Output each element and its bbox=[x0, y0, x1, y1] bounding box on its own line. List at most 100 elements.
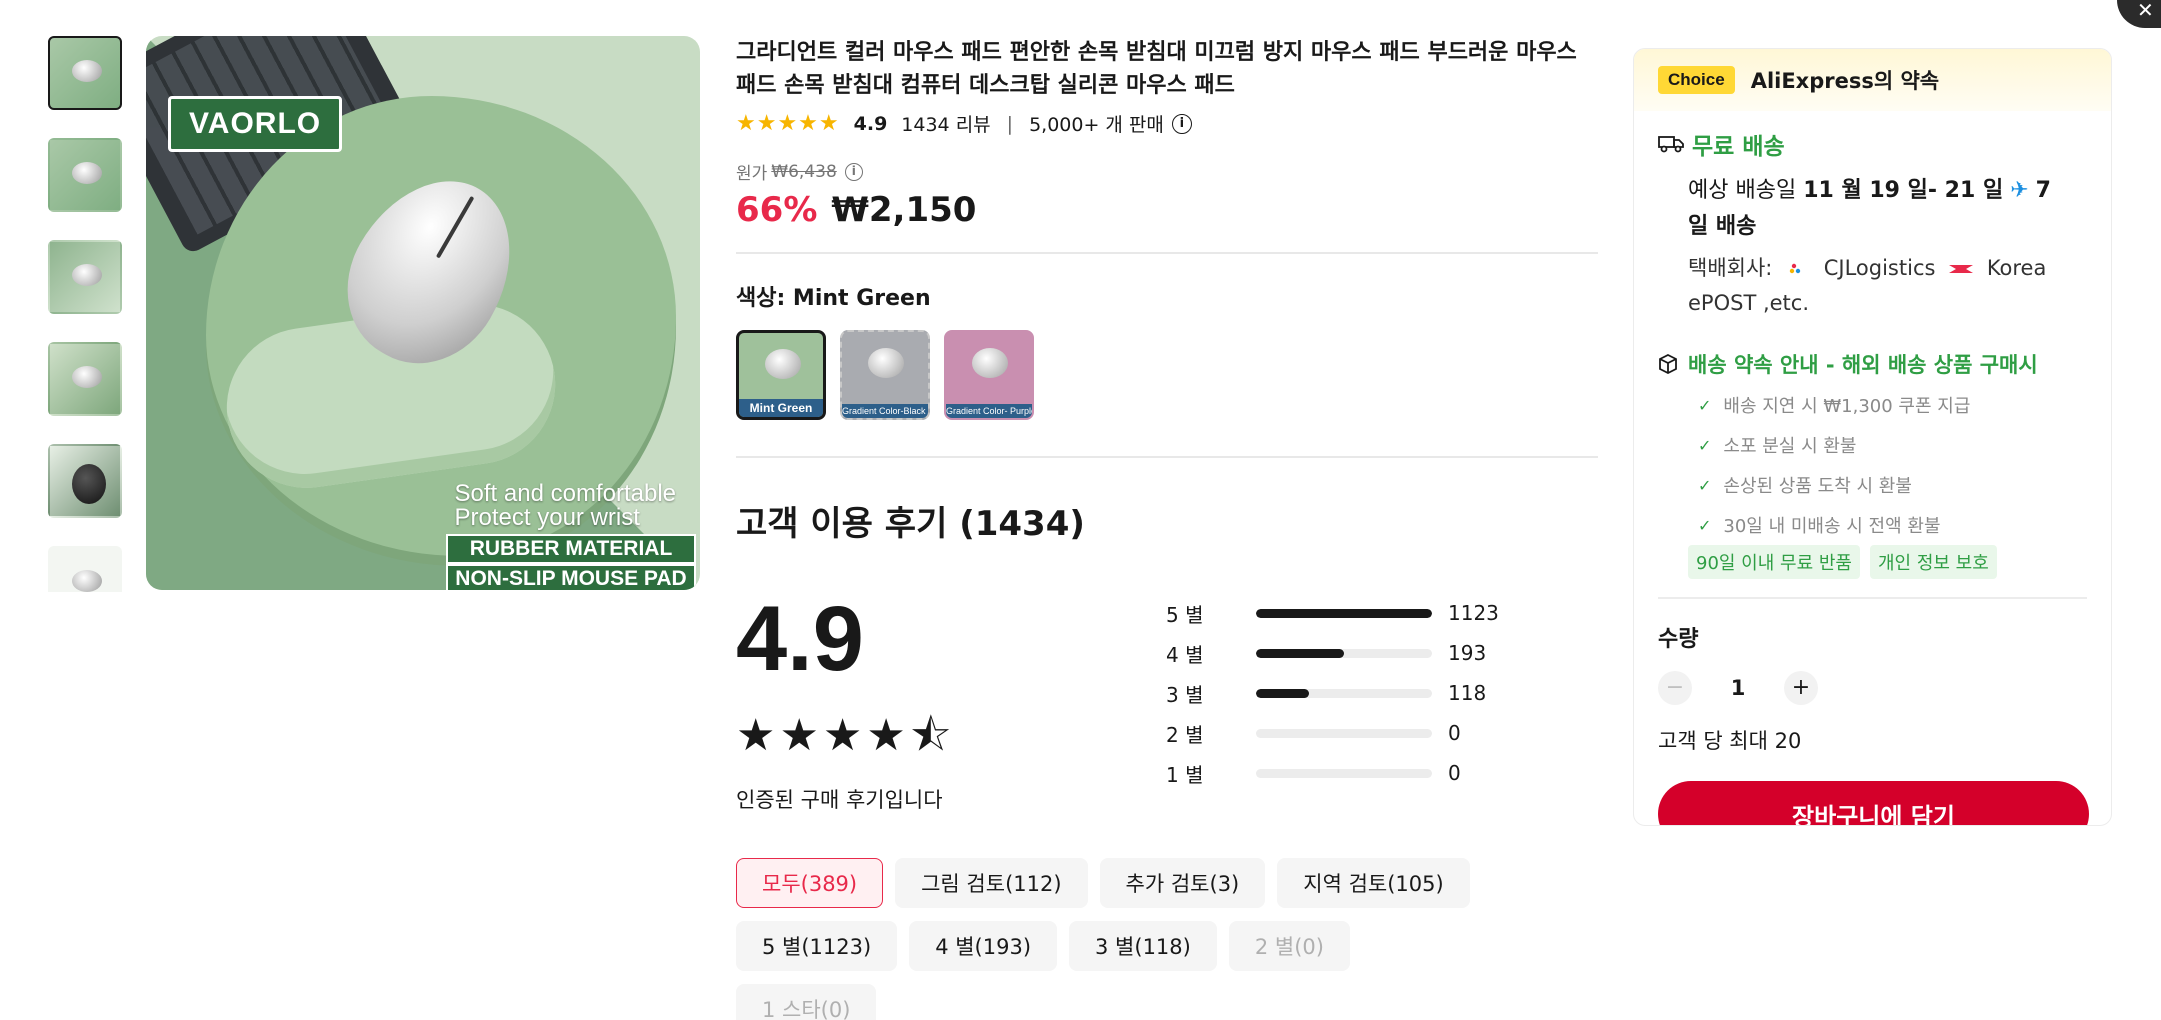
increase-button[interactable]: + bbox=[1784, 671, 1818, 705]
rating-bar-track bbox=[1256, 648, 1432, 658]
close-icon[interactable]: ✕ bbox=[2117, 0, 2161, 28]
star-rating-icon: ★★★★★ bbox=[736, 111, 840, 136]
rating-bar-track bbox=[1256, 728, 1432, 738]
rating-bar-track bbox=[1256, 608, 1432, 618]
check-icon: ✓ bbox=[1698, 395, 1712, 415]
promise-header: Choice AliExpress의 약속 bbox=[1634, 49, 2111, 111]
review-filter-chip[interactable]: 그림 검토(112) bbox=[895, 858, 1088, 908]
max-per-customer: 고객 당 최대 20 bbox=[1658, 729, 1802, 753]
rating-bar-count: 0 bbox=[1448, 761, 1461, 785]
guarantee-item: ✓ 소포 분실 시 환불 bbox=[1698, 435, 1857, 458]
review-filter-chip[interactable]: 모두(389) bbox=[736, 858, 884, 908]
rating-bar-label: 2 별 bbox=[1166, 722, 1204, 747]
reviews-title: 고객 이용 후기 (1434) bbox=[736, 504, 1085, 544]
swatch-purple-pink[interactable]: Gradient Color- Purple Pink bbox=[944, 330, 1034, 420]
package-icon bbox=[1659, 354, 1677, 374]
rating-bar-fill bbox=[1256, 688, 1309, 698]
review-filter-chip: 1 스타(0) bbox=[736, 984, 877, 1020]
review-filters: 모두(389) 그림 검토(112) 추가 검토(3) 지역 검토(105) 5 별(1… bbox=[736, 858, 1496, 1020]
review-count-link[interactable]: 1434 리뷰 bbox=[901, 110, 990, 137]
color-label: 색상: Mint Green bbox=[736, 286, 931, 311]
original-price-label: 원가 bbox=[736, 164, 768, 184]
cj-logo-icon bbox=[1789, 263, 1801, 274]
choice-badge: Choice bbox=[1658, 66, 1735, 94]
thumbnail-1[interactable] bbox=[48, 36, 122, 110]
korea-post-logo-icon bbox=[1949, 265, 1974, 273]
review-filter-chip[interactable]: 3 별(118) bbox=[1069, 921, 1217, 971]
tag-privacy: 개인 정보 보호 bbox=[1870, 545, 1997, 579]
rating-bar-fill bbox=[1256, 648, 1344, 658]
thumbnail-5[interactable] bbox=[48, 444, 122, 518]
quantity-stepper: − 1 + bbox=[1658, 671, 2087, 705]
guarantee-item: ✓ 손상된 상품 도착 시 환불 bbox=[1698, 475, 1912, 498]
thumbnail-4[interactable] bbox=[48, 342, 122, 416]
rating-bar-fill bbox=[1256, 608, 1432, 618]
check-icon: ✓ bbox=[1698, 435, 1712, 455]
verified-text: 인증된 구매 후기입니다 bbox=[736, 788, 943, 812]
price-row: 66% ₩2,150 bbox=[736, 190, 1598, 230]
rating-score: 4.9 bbox=[853, 112, 888, 135]
quantity-value[interactable]: 1 bbox=[1692, 676, 1784, 700]
thumbnail-2[interactable] bbox=[48, 138, 122, 212]
rating-bar-row: 3 별 118 bbox=[1166, 673, 1586, 713]
thumbnail-3[interactable] bbox=[48, 240, 122, 314]
guarantee-list: ✓ 배송 지연 시 ₩1,300 쿠폰 지급 ✓ 소포 분실 시 환불 ✓ 손상된 상… bbox=[1658, 385, 2087, 545]
rating-bar-label: 5 별 bbox=[1166, 602, 1204, 627]
check-icon: ✓ bbox=[1698, 515, 1712, 535]
rating-bar-row: 1 별 0 bbox=[1166, 753, 1586, 793]
brand-logo: VAORLO bbox=[168, 96, 343, 152]
image-promo-badges: RUBBER MATERIAL NON-SLIP MOUSE PAD bbox=[446, 534, 696, 590]
rating-breakdown: 4.9 ★★★★⯪ 인증된 구매 후기입니다 5 별 1123 4 별 193 3 별1… bbox=[736, 593, 1598, 814]
promise-title: AliExpress의 약속 bbox=[1750, 69, 1940, 93]
purchase-panel: Choice AliExpress의 약속 무료 배송 예상 배송일 11 월 … bbox=[1633, 48, 2112, 826]
thumbnail-strip[interactable] bbox=[48, 36, 126, 592]
product-quickview: ✕ VAORLO Soft and comfortable Protect yo… bbox=[0, 0, 2161, 1020]
original-price: 원가 ₩6,438 i bbox=[736, 159, 1598, 184]
review-filter-chip[interactable]: 5 별(1123) bbox=[736, 921, 898, 971]
price-info-icon[interactable]: i bbox=[844, 162, 863, 181]
review-filter-chip[interactable]: 추가 검토(3) bbox=[1099, 858, 1266, 908]
carrier-info: 택배회사: CJLogistics Korea ePOST ,etc. bbox=[1688, 256, 2047, 315]
review-filter-chip[interactable]: 4 별(193) bbox=[909, 921, 1058, 971]
sold-count: 5,000+ 개 판매 bbox=[1029, 114, 1164, 136]
image-promo-text: Soft and comfortable Protect your wrist bbox=[454, 480, 676, 531]
rating-bar-row: 2 별 0 bbox=[1166, 713, 1586, 753]
free-shipping-title: 무료 배송 bbox=[1658, 127, 2087, 161]
check-icon: ✓ bbox=[1698, 475, 1712, 495]
discount-percent: 66% bbox=[736, 190, 818, 230]
review-filter-chip[interactable]: 지역 검토(105) bbox=[1277, 858, 1470, 908]
rating-summary: ★★★★★ 4.9 1434 리뷰 | 5,000+ 개 판매 i bbox=[736, 110, 1598, 137]
rating-bar-row: 5 별 1123 bbox=[1166, 593, 1586, 633]
divider bbox=[736, 456, 1598, 458]
main-product-image[interactable]: VAORLO Soft and comfortable Protect your… bbox=[146, 36, 700, 590]
rating-bar-track bbox=[1256, 768, 1432, 778]
info-icon[interactable]: i bbox=[1171, 113, 1192, 134]
product-title: 그라디언트 컬러 마우스 패드 편안한 손목 받침대 미끄럼 방지 마우스 패드… bbox=[736, 40, 1577, 98]
guarantee-title[interactable]: 배송 약속 안내 - 해외 배송 상품 구매시 bbox=[1658, 349, 2087, 379]
color-swatches: Mint Green Gradient Color-Black Blue Gra… bbox=[736, 330, 1598, 420]
divider bbox=[736, 252, 1598, 254]
swatch-mint-green[interactable]: Mint Green bbox=[736, 330, 826, 420]
sale-price: ₩2,150 bbox=[831, 190, 977, 230]
rating-bar-label: 4 별 bbox=[1166, 642, 1204, 667]
rating-bar-count: 118 bbox=[1448, 681, 1487, 705]
rating-bar-count: 193 bbox=[1448, 641, 1487, 665]
rating-bar-label: 1 별 bbox=[1166, 762, 1204, 787]
thumbnail-6[interactable] bbox=[48, 546, 122, 592]
swatch-black-blue[interactable]: Gradient Color-Black Blue bbox=[840, 330, 930, 420]
original-price-value: ₩6,438 bbox=[771, 161, 837, 182]
delivery-estimate: 예상 배송일 11 월 19 일- 21 일 ✈ 7 일 배송 bbox=[1688, 178, 2051, 239]
rating-bar-count: 0 bbox=[1448, 721, 1461, 745]
rating-bars: 5 별 1123 4 별 193 3 별 118 2 별 0 1 별 0 bbox=[1166, 593, 1586, 814]
rating-bar-row: 4 별 193 bbox=[1166, 633, 1586, 673]
rating-bar-label: 3 별 bbox=[1166, 682, 1204, 707]
rating-bar-track bbox=[1256, 688, 1432, 698]
quantity-label: 수량 bbox=[1658, 627, 1699, 652]
decrease-button[interactable]: − bbox=[1658, 671, 1692, 705]
benefit-tags: 90일 이내 무료 반품 개인 정보 보호 bbox=[1658, 545, 2087, 579]
separator: | bbox=[1006, 112, 1014, 135]
guarantee-item: ✓ 배송 지연 시 ₩1,300 쿠폰 지급 bbox=[1698, 395, 1971, 418]
add-to-cart-button[interactable]: 장바구니에 담기 bbox=[1658, 781, 2089, 825]
plane-icon: ✈ bbox=[2010, 178, 2029, 203]
rating-bar-count: 1123 bbox=[1448, 601, 1499, 625]
